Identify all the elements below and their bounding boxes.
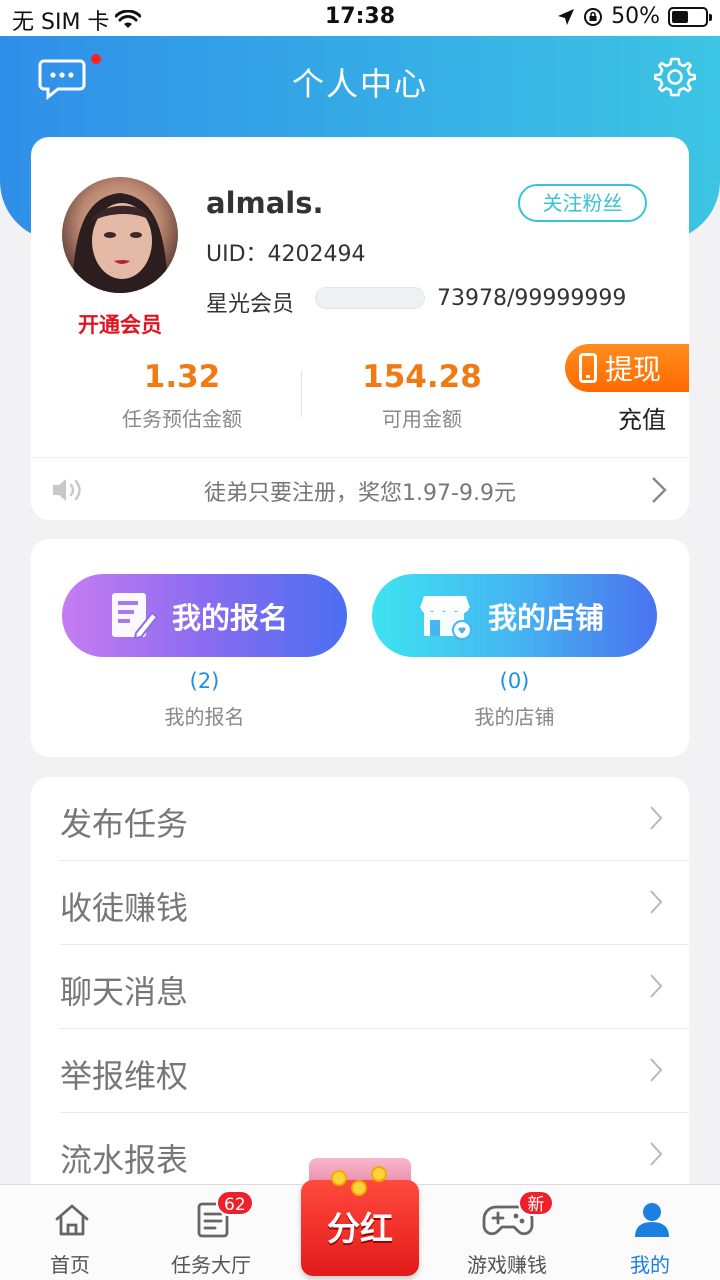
signups-caption: 我的报名 (164, 705, 245, 729)
user-icon (635, 1203, 669, 1237)
menu-item-label: 聊天消息 (60, 973, 189, 1011)
form-edit-icon (112, 592, 158, 639)
location-arrow-icon (558, 8, 575, 25)
profile-card: 开通会员 almals. 关注粉丝 UID：4202494 星光会员 73978… (31, 137, 689, 520)
tab-label: 游戏赚钱 (467, 1253, 547, 1277)
menu-item-publish-task[interactable]: 发布任务 (60, 777, 689, 861)
menu-item-label: 流水报表 (60, 1141, 189, 1179)
shop-icon (420, 595, 472, 640)
tab-label: 首页 (50, 1253, 90, 1277)
battery-percent: 50% (611, 4, 660, 29)
menu-item-label: 发布任务 (60, 805, 189, 843)
recharge-link[interactable]: 充值 (618, 400, 666, 435)
chevron-right-icon (650, 1142, 663, 1166)
menu-item-report[interactable]: 举报维权 (60, 1029, 689, 1113)
status-bar: 无 SIM 卡 17:38 50% (0, 0, 720, 36)
coin-icon (351, 1180, 367, 1196)
notice-text: 徒弟只要注册，奖您1.97-9.9元 (204, 481, 516, 506)
stat-value: 154.28 (362, 359, 482, 395)
chevron-right-icon (652, 477, 667, 503)
shop-count: (0) (499, 669, 530, 693)
follow-fans-button[interactable]: 关注粉丝 (518, 184, 647, 222)
my-shop-button[interactable]: 我的店铺 (372, 574, 657, 657)
withdraw-button[interactable]: 提现 (565, 344, 689, 392)
menu-list: 发布任务 收徒赚钱 聊天消息 举报维权 流水报表 (31, 777, 689, 1217)
tab-home[interactable]: 首页 (5, 1185, 135, 1280)
coin-icon (331, 1170, 347, 1186)
gear-icon[interactable] (654, 56, 696, 98)
home-icon (55, 1204, 89, 1236)
stat-label: 任务预估金额 (122, 407, 242, 431)
actions-card: 我的报名 我的店铺 (2) 我的报名 (0) 我的店铺 (31, 539, 689, 757)
battery-icon (668, 6, 712, 27)
my-signups-button[interactable]: 我的报名 (62, 574, 347, 657)
my-shop-label: 我的店铺 (488, 600, 605, 635)
user-id: UID：4202494 (206, 242, 366, 267)
tab-tasks[interactable]: 62 任务大厅 (146, 1185, 276, 1280)
menu-item-recruit[interactable]: 收徒赚钱 (60, 861, 689, 945)
bonus-label: 分红 (327, 1209, 393, 1248)
avatar-portrait (72, 193, 168, 293)
stat-value: 1.32 (143, 359, 221, 395)
chevron-right-icon (650, 806, 663, 830)
battery-fill (672, 10, 688, 23)
tasks-badge: 62 (216, 1190, 254, 1216)
signups-count: (2) (189, 669, 220, 693)
stat-available[interactable]: 154.28 可用金额 (307, 359, 537, 432)
tab-label: 任务大厅 (171, 1253, 251, 1277)
member-progress-bar (315, 287, 425, 309)
tab-games[interactable]: 新 游戏赚钱 (442, 1185, 572, 1280)
stat-divider (301, 371, 302, 417)
username: almals. (206, 186, 324, 220)
status-right: 50% (557, 4, 712, 29)
rotation-lock-icon (584, 7, 603, 26)
menu-item-label: 收徒赚钱 (60, 889, 189, 927)
notice-bar[interactable]: 徒弟只要注册，奖您1.97-9.9元 (31, 457, 689, 520)
chevron-right-icon (650, 890, 663, 914)
my-signups-label: 我的报名 (172, 600, 289, 635)
chevron-right-icon (650, 1058, 663, 1082)
chevron-right-icon (650, 974, 663, 998)
tab-mine[interactable]: 我的 (585, 1185, 715, 1280)
bonus-red-packet[interactable]: 分红 (301, 1158, 419, 1280)
page-title: 个人中心 (291, 65, 428, 103)
withdraw-label: 提现 (605, 353, 662, 386)
menu-item-chat[interactable]: 聊天消息 (60, 945, 689, 1029)
avatar[interactable] (62, 177, 178, 293)
tab-label: 我的 (630, 1253, 670, 1277)
shop-caption: 我的店铺 (474, 705, 555, 729)
games-badge: 新 (518, 1190, 554, 1216)
stat-label: 可用金额 (382, 407, 462, 431)
member-progress-value: 73978/99999999 (437, 286, 627, 311)
vip-link[interactable]: 开通会员 (61, 309, 179, 339)
phone-icon (579, 353, 597, 383)
stat-estimated[interactable]: 1.32 任务预估金额 (67, 359, 297, 432)
member-level-label: 星光会员 (206, 292, 295, 317)
menu-item-label: 举报维权 (60, 1057, 189, 1095)
coin-icon (371, 1166, 387, 1182)
